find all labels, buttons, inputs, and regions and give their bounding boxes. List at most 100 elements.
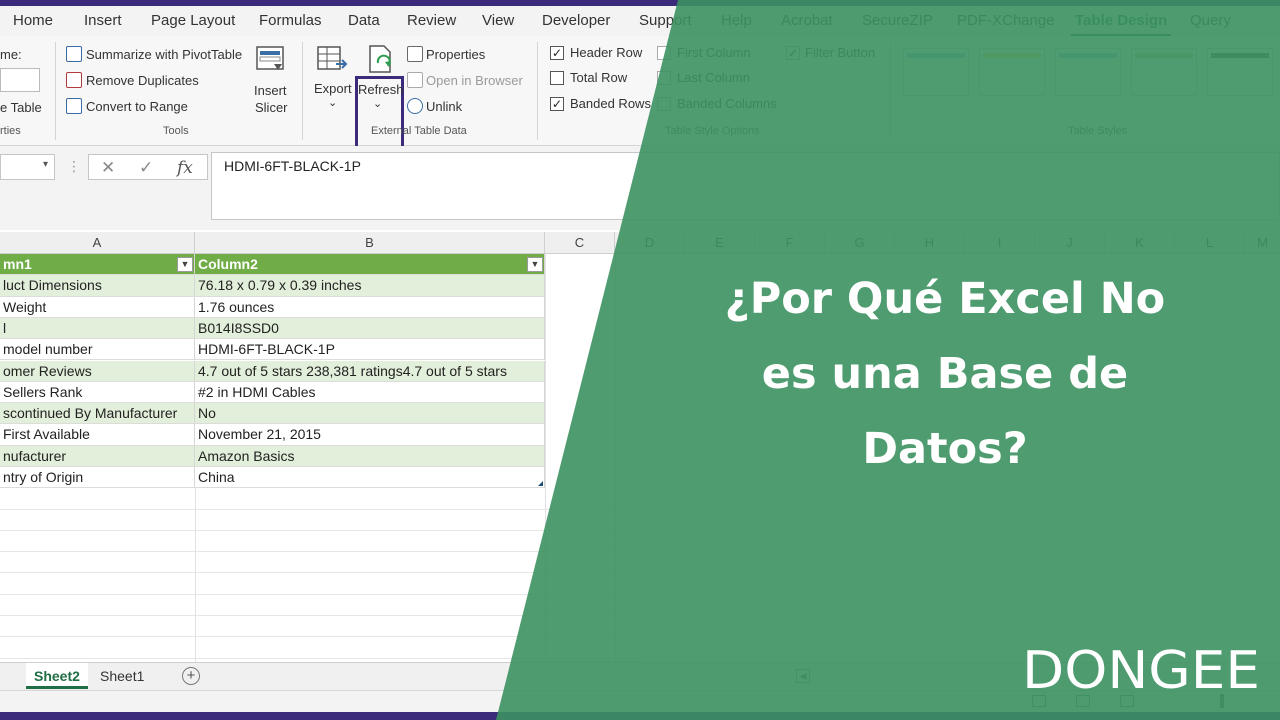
table-cell[interactable]: #2 in HDMI Cables [195, 381, 545, 403]
header-row-check-icon: ✓ [550, 46, 564, 60]
column-header-f[interactable]: F [755, 232, 825, 254]
tab-acrobat[interactable]: Acrobat [781, 12, 833, 29]
table-cell[interactable]: l [0, 317, 195, 339]
tab-review[interactable]: Review [407, 12, 456, 29]
page-break-view-icon[interactable] [1120, 695, 1134, 707]
table-resize-handle[interactable] [538, 481, 543, 486]
formula-input[interactable]: HDMI-6FT-BLACK-1P [211, 152, 1280, 220]
table-cell[interactable]: scontinued By Manufacturer [0, 403, 195, 424]
tab-view[interactable]: View [482, 12, 514, 29]
headline-line: ¿Por Qué Excel No [724, 274, 1166, 324]
swatch-bar [1135, 53, 1193, 58]
table-cell[interactable]: No [195, 403, 545, 424]
table-cell[interactable]: B014I8SSD0 [195, 317, 545, 339]
table-name-input[interactable] [0, 68, 40, 92]
tab-insert[interactable]: Insert [84, 12, 122, 29]
table-cell[interactable]: 1.76 ounces [195, 296, 545, 317]
scroll-left-icon[interactable]: ◀ [796, 669, 810, 683]
cancel-icon[interactable]: ✕ [101, 158, 115, 178]
dongee-logo: DONGEE [1022, 641, 1260, 696]
sheet-tab-sheet1[interactable]: Sheet1 [92, 663, 152, 689]
tab-support[interactable]: Support [639, 12, 692, 29]
empty-row [0, 488, 640, 510]
header-cell-column2[interactable]: Column2 [195, 254, 545, 275]
tab-pdf-xchange[interactable]: PDF-XChange [957, 12, 1055, 29]
add-sheet-icon[interactable]: + [182, 667, 200, 685]
header-cell-column1[interactable]: mn1 [0, 254, 195, 275]
column-header-b[interactable]: B [195, 232, 545, 254]
column-header-j[interactable]: J [1035, 232, 1105, 254]
tools-group-label: Tools [163, 125, 189, 137]
insert-slicer-label-1: Insert [254, 83, 287, 98]
formula-buttons: ✕ ✓ fx [88, 154, 208, 180]
export-label: Export [314, 81, 352, 96]
empty-row [0, 595, 640, 617]
table-cell[interactable]: model number [0, 339, 195, 360]
table-cell[interactable]: luct Dimensions [0, 275, 195, 296]
column-header-h[interactable]: H [895, 232, 965, 254]
table-style-swatch[interactable] [1055, 48, 1121, 96]
properties-icon [407, 46, 423, 62]
sheet-tab-sheet2[interactable]: Sheet2 [26, 663, 88, 689]
first-column-label: First Column [677, 45, 751, 60]
table-name-label: me: [0, 47, 22, 62]
swatch-bar [1059, 53, 1117, 58]
table-cell[interactable]: Amazon Basics [195, 445, 545, 466]
convert-range-icon [66, 98, 82, 114]
table-cell[interactable]: HDMI-6FT-BLACK-1P [195, 339, 545, 360]
table-cell[interactable]: ntry of Origin [0, 467, 195, 488]
empty-row [0, 510, 640, 531]
column-header-d[interactable]: D [615, 232, 685, 254]
normal-view-icon[interactable] [1032, 695, 1046, 707]
table-cell[interactable]: 4.7 out of 5 stars 238,381 ratings4.7 ou… [195, 360, 545, 381]
column-header-i[interactable]: I [965, 232, 1035, 254]
table-style-swatch[interactable] [903, 48, 969, 96]
tab-table-design[interactable]: Table Design [1070, 12, 1172, 37]
column-header-e[interactable]: E [685, 232, 755, 254]
filter-dropdown-icon[interactable]: ▼ [527, 257, 543, 272]
table-cell[interactable]: China [195, 467, 545, 488]
zoom-slider-thumb[interactable] [1220, 694, 1224, 708]
tab-data[interactable]: Data [348, 12, 380, 29]
insert-function-icon[interactable]: fx [177, 158, 193, 178]
empty-row [0, 574, 640, 595]
banded-rows-label: Banded Rows [570, 96, 651, 111]
filter-dropdown-icon[interactable]: ▼ [177, 257, 193, 272]
column-header-k[interactable]: K [1105, 232, 1175, 254]
column-header-a[interactable]: A [0, 232, 195, 254]
tab-help[interactable]: Help [721, 12, 752, 29]
name-box[interactable]: ▾ [0, 154, 55, 180]
tab-query[interactable]: Query [1190, 12, 1231, 29]
table-style-swatch[interactable] [1207, 48, 1273, 96]
tab-formulas[interactable]: Formulas [259, 12, 322, 29]
external-data-group-label: External Table Data [371, 125, 467, 137]
enter-icon[interactable]: ✓ [139, 158, 153, 178]
table-cell[interactable]: 76.18 x 0.79 x 0.39 inches [195, 275, 545, 296]
table-cell[interactable]: omer Reviews [0, 360, 195, 381]
tab-home[interactable]: Home [13, 12, 53, 29]
column-header-c[interactable]: C [545, 232, 615, 254]
tab-page-layout[interactable]: Page Layout [151, 12, 235, 29]
column-header-g[interactable]: G [825, 232, 895, 254]
total-row-check-icon [550, 71, 564, 85]
unlink-icon [407, 98, 423, 114]
tab-securezip[interactable]: SecureZIP [862, 12, 933, 29]
remove-duplicates-icon [66, 72, 82, 88]
table-cell[interactable]: Weight [0, 296, 195, 317]
summarize-pivottable-label: Summarize with PivotTable [86, 47, 243, 62]
column-header-l[interactable]: L [1175, 232, 1245, 254]
table-style-swatch-selected[interactable] [1131, 48, 1197, 96]
table-cell[interactable]: First Available [0, 424, 195, 445]
total-row-label: Total Row [570, 70, 628, 85]
table-cell[interactable]: November 21, 2015 [195, 424, 545, 445]
page-layout-view-icon[interactable] [1076, 695, 1090, 707]
table-cell[interactable]: Sellers Rank [0, 381, 195, 403]
dongee-logo-text: DONGEE [1022, 641, 1260, 696]
table-cell[interactable]: nufacturer [0, 445, 195, 466]
properties-label: Properties [426, 47, 486, 62]
table-style-swatch[interactable] [979, 48, 1045, 96]
open-browser-icon [407, 72, 423, 88]
tab-developer[interactable]: Developer [542, 12, 610, 29]
column-header-m[interactable]: M [1245, 232, 1280, 254]
resize-table-button[interactable]: e Table [0, 100, 42, 115]
